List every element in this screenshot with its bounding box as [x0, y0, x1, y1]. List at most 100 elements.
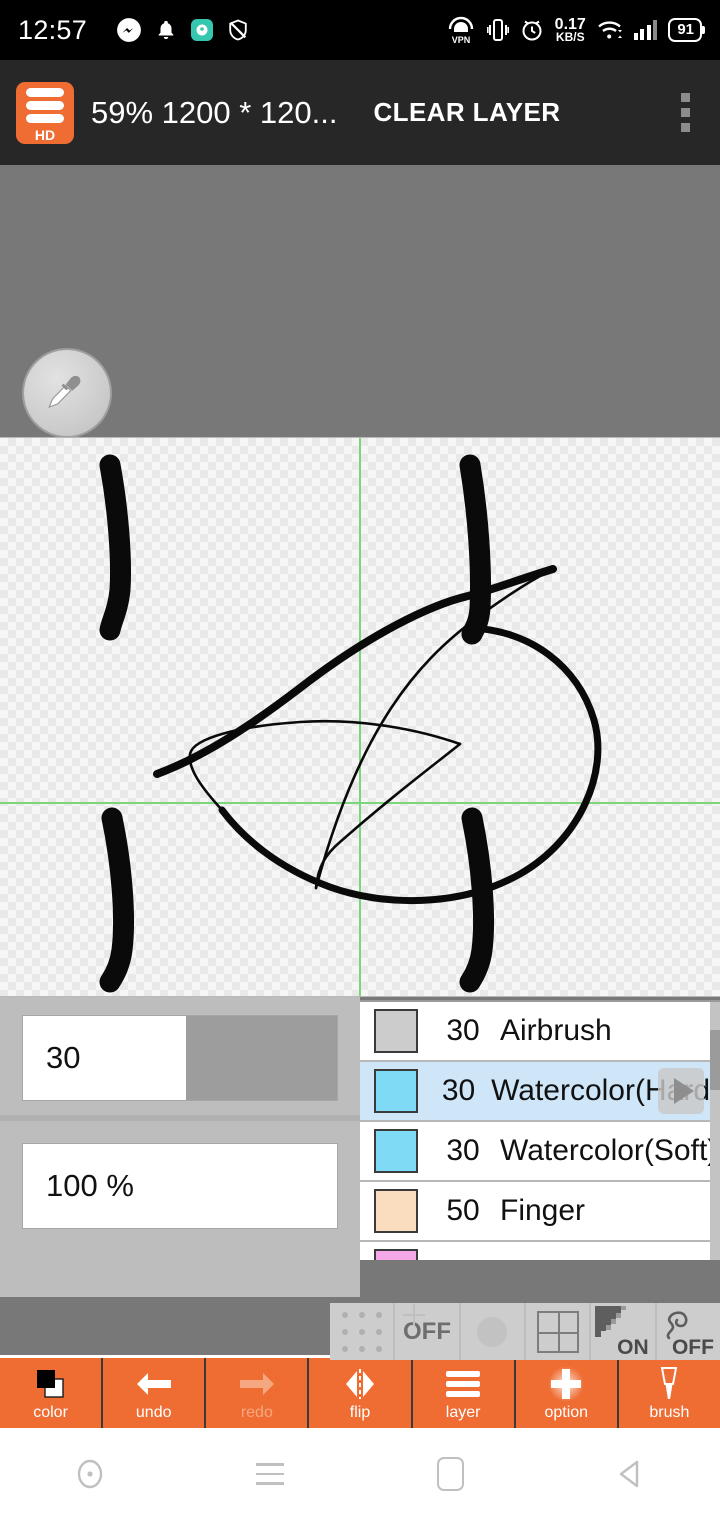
document-title: 59% 1200 * 120... — [91, 94, 338, 130]
stabilizer-squiggle-icon[interactable]: OFF — [657, 1303, 720, 1360]
tool-label: brush — [649, 1404, 690, 1421]
vertical-scrollbar[interactable] — [710, 1002, 720, 1260]
brush-icon — [653, 1365, 685, 1403]
brush-size-block: 30 — [0, 997, 360, 1115]
svg-text:VPN: VPN — [451, 35, 470, 44]
tool-label: flip — [349, 1404, 371, 1421]
list-item[interactable]: 30 Watercolor(Soft) — [360, 1122, 720, 1182]
flip-button[interactable]: flip — [309, 1358, 413, 1428]
dot-grid-glyph — [341, 1311, 382, 1352]
eyedropper-icon[interactable] — [22, 348, 112, 438]
recents-menu-icon[interactable] — [180, 1463, 360, 1485]
brush-name: Watercolor(Soft) — [500, 1134, 718, 1167]
alarm-icon — [520, 17, 544, 43]
tool-label: redo — [240, 1404, 273, 1421]
floating-option-bar: OFF ON OFF — [330, 1303, 720, 1360]
brush-size: 50 — [446, 1194, 480, 1227]
brush-name: Finger — [500, 1194, 586, 1227]
logo-bar — [26, 87, 64, 97]
scrollbar-thumb[interactable] — [710, 1030, 720, 1090]
android-nav-bar — [0, 1428, 720, 1520]
color-swatch-icon — [31, 1365, 71, 1403]
status-bar-left: 12:57 — [18, 15, 249, 46]
brush-swatch — [374, 1189, 418, 1233]
wifi-icon — [597, 19, 623, 41]
grid-2x2-icon[interactable] — [526, 1303, 592, 1360]
kebab-menu-icon[interactable] — [667, 83, 704, 142]
tool-label: undo — [135, 1404, 172, 1421]
logo-hd-label: HD — [34, 126, 56, 143]
drawing-canvas[interactable] — [0, 437, 720, 997]
brush-size: 30 — [446, 1014, 480, 1047]
battery-icon: 91 — [668, 18, 702, 42]
app-badge-icon — [190, 18, 214, 42]
undo-button[interactable]: undo — [103, 1358, 207, 1428]
brush-swatch — [374, 1129, 418, 1173]
tool-label: layer — [445, 1404, 481, 1421]
back-icon[interactable] — [540, 1456, 720, 1492]
menu-lines — [256, 1463, 284, 1485]
brush-swatch — [374, 1069, 418, 1113]
kebab-dot — [681, 108, 690, 117]
canvas-artwork — [99, 454, 602, 993]
assistant-icon[interactable] — [0, 1454, 180, 1494]
tool-label: option — [544, 1404, 589, 1421]
home-icon[interactable] — [360, 1457, 540, 1491]
list-item[interactable]: 30 Airbrush — [360, 1002, 720, 1062]
plus-icon — [546, 1365, 586, 1403]
app-header: HD 59% 1200 * 120... CLEAR LAYER — [0, 60, 720, 165]
brush-list-panel[interactable]: 30 Airbrush 30 Watercolor(Hard) 30 Water… — [360, 1000, 720, 1260]
antialias-state-label: ON — [617, 1336, 649, 1359]
status-clock: 12:57 — [18, 14, 88, 45]
brush-name: Airbrush — [500, 1014, 612, 1047]
option-button[interactable]: option — [516, 1358, 619, 1428]
list-item[interactable]: 50 Finger — [360, 1182, 720, 1242]
app-root: 12:57 VPN 0.17 KB/S 91 HD 59% 1200 * 120… — [0, 0, 720, 1520]
flip-horizontal-icon — [340, 1365, 380, 1403]
brush-swatch — [374, 1249, 418, 1260]
clear-layer-button[interactable]: CLEAR LAYER — [373, 97, 560, 128]
bell-icon — [155, 18, 177, 42]
redo-button[interactable]: redo — [206, 1358, 310, 1428]
logo-bar — [26, 113, 64, 123]
brush-opacity-block: 100 % — [0, 1121, 360, 1243]
home-square — [436, 1457, 464, 1491]
brush-size-slider[interactable]: 30 — [22, 1015, 338, 1101]
layer-button[interactable]: layer — [413, 1358, 516, 1428]
kebab-dot — [681, 123, 690, 132]
antialias-icon[interactable]: ON — [591, 1303, 657, 1360]
vpn-icon: VPN — [446, 16, 476, 44]
tool-label: color — [33, 1404, 68, 1421]
vibrate-icon — [486, 17, 509, 43]
list-item[interactable] — [360, 1242, 720, 1260]
brush-size: 30 — [446, 1134, 480, 1167]
layers-icon — [444, 1365, 482, 1403]
stabilizer-state-label: OFF — [671, 1336, 714, 1359]
play-triangle-icon[interactable] — [658, 1068, 704, 1114]
status-bar: 12:57 VPN 0.17 KB/S 91 — [0, 0, 720, 60]
crosshair-icon[interactable]: OFF — [395, 1303, 461, 1360]
brush-size: 30 — [441, 1074, 476, 1107]
signal-icon — [633, 20, 658, 40]
brush-opacity-value: 100 % — [46, 1168, 134, 1203]
arrow-left-icon — [134, 1365, 174, 1403]
dot-grid-icon[interactable] — [330, 1303, 396, 1360]
shield-icon — [227, 18, 249, 42]
arrow-right-icon — [237, 1365, 277, 1403]
brush-size-value: 30 — [46, 1040, 81, 1075]
brush-opacity-slider[interactable]: 100 % — [22, 1143, 338, 1229]
list-item[interactable]: 30 Watercolor(Hard) — [360, 1062, 720, 1122]
app-logo-icon[interactable]: HD — [16, 81, 74, 144]
color-button[interactable]: color — [0, 1358, 104, 1428]
grid-2x2-glyph — [536, 1310, 579, 1353]
network-speed-unit: KB/S — [555, 29, 585, 44]
logo-bar — [26, 100, 64, 110]
brush-button[interactable]: brush — [619, 1358, 720, 1428]
circle-glyph — [477, 1316, 508, 1347]
status-bar-right: VPN 0.17 KB/S 91 — [446, 16, 702, 44]
bottom-toolbar: color undo redo flip layer option brush — [0, 1358, 720, 1428]
kebab-dot — [681, 93, 690, 102]
circle-icon[interactable] — [461, 1303, 526, 1360]
brush-swatch — [374, 1009, 418, 1053]
network-speed-indicator: 0.17 KB/S — [555, 16, 586, 44]
